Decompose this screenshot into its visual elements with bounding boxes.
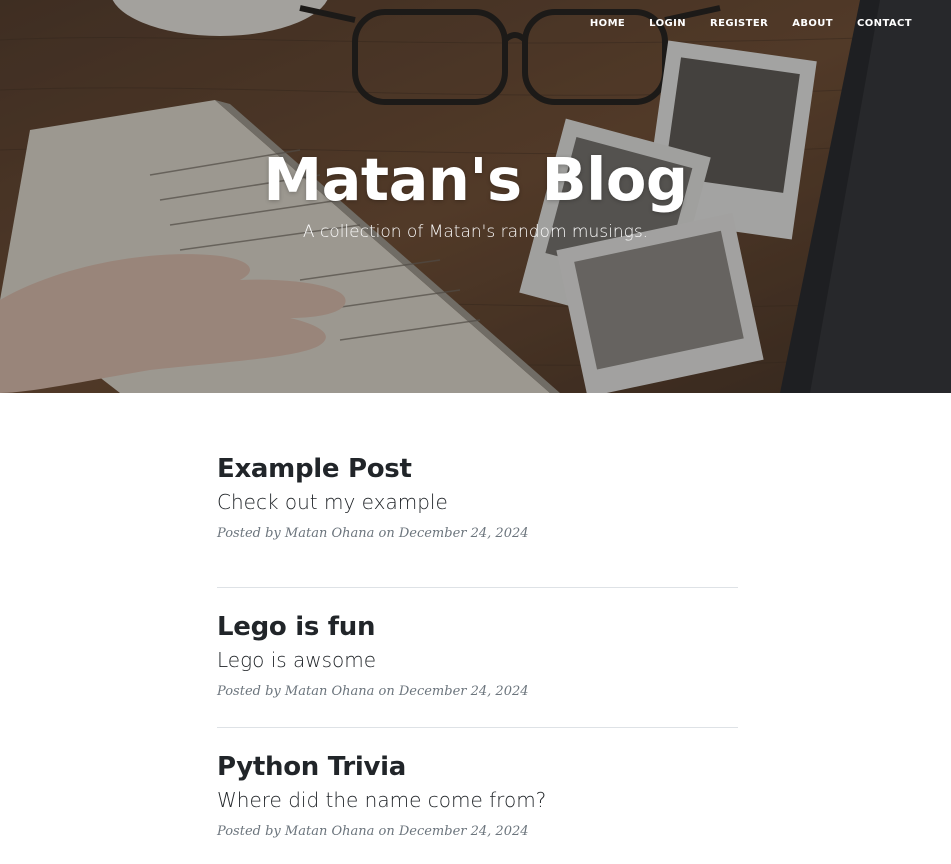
post-meta: Posted by Matan Ohana on December 24, 20… — [217, 823, 738, 841]
post-meta-prefix: Posted by — [217, 684, 281, 699]
post-meta-on: on — [378, 526, 395, 541]
post-meta-prefix: Posted by — [217, 526, 281, 541]
post-meta: Posted by Matan Ohana on December 24, 20… — [217, 525, 738, 543]
post-author-link[interactable]: Matan Ohana — [285, 526, 374, 541]
post-meta-on: on — [378, 684, 395, 699]
site-title: Matan's Blog — [263, 145, 688, 214]
masthead: HOME LOGIN REGISTER ABOUT CONTACT Matan'… — [0, 0, 951, 393]
post-title-link[interactable]: Python Trivia — [217, 750, 738, 784]
post-subtitle[interactable]: Check out my example — [217, 487, 738, 517]
nav-link-contact[interactable]: CONTACT — [845, 17, 924, 31]
nav-link-about[interactable]: ABOUT — [780, 17, 845, 31]
post-author-link[interactable]: Matan Ohana — [285, 684, 374, 699]
post-author-link[interactable]: Matan Ohana — [285, 824, 374, 839]
nav-link-home[interactable]: HOME — [578, 17, 637, 31]
post-preview: Example Post Check out my example Posted… — [217, 448, 738, 588]
post-date: December 24, 2024 — [398, 684, 529, 699]
nav-link-login[interactable]: LOGIN — [637, 17, 698, 31]
post-meta-on: on — [378, 824, 395, 839]
post-subtitle[interactable]: Lego is awsome — [217, 645, 738, 675]
post-meta: Posted by Matan Ohana on December 24, 20… — [217, 683, 738, 701]
post-date: December 24, 2024 — [398, 526, 529, 541]
site-subtitle: A collection of Matan's random musings. — [302, 222, 649, 242]
post-subtitle[interactable]: Where did the name come from? — [217, 785, 738, 815]
post-title-link[interactable]: Example Post — [217, 452, 738, 486]
post-list: Example Post Check out my example Posted… — [217, 448, 738, 864]
post-preview: Lego is fun Lego is awsome Posted by Mat… — [217, 588, 738, 728]
post-preview: Python Trivia Where did the name come fr… — [217, 728, 738, 864]
nav-link-register[interactable]: REGISTER — [698, 17, 780, 31]
post-title-link[interactable]: Lego is fun — [217, 610, 738, 644]
post-date: December 24, 2024 — [398, 824, 529, 839]
main-nav: HOME LOGIN REGISTER ABOUT CONTACT — [578, 17, 924, 31]
post-meta-prefix: Posted by — [217, 824, 281, 839]
site-heading: Matan's Blog A collection of Matan's ran… — [0, 142, 951, 244]
